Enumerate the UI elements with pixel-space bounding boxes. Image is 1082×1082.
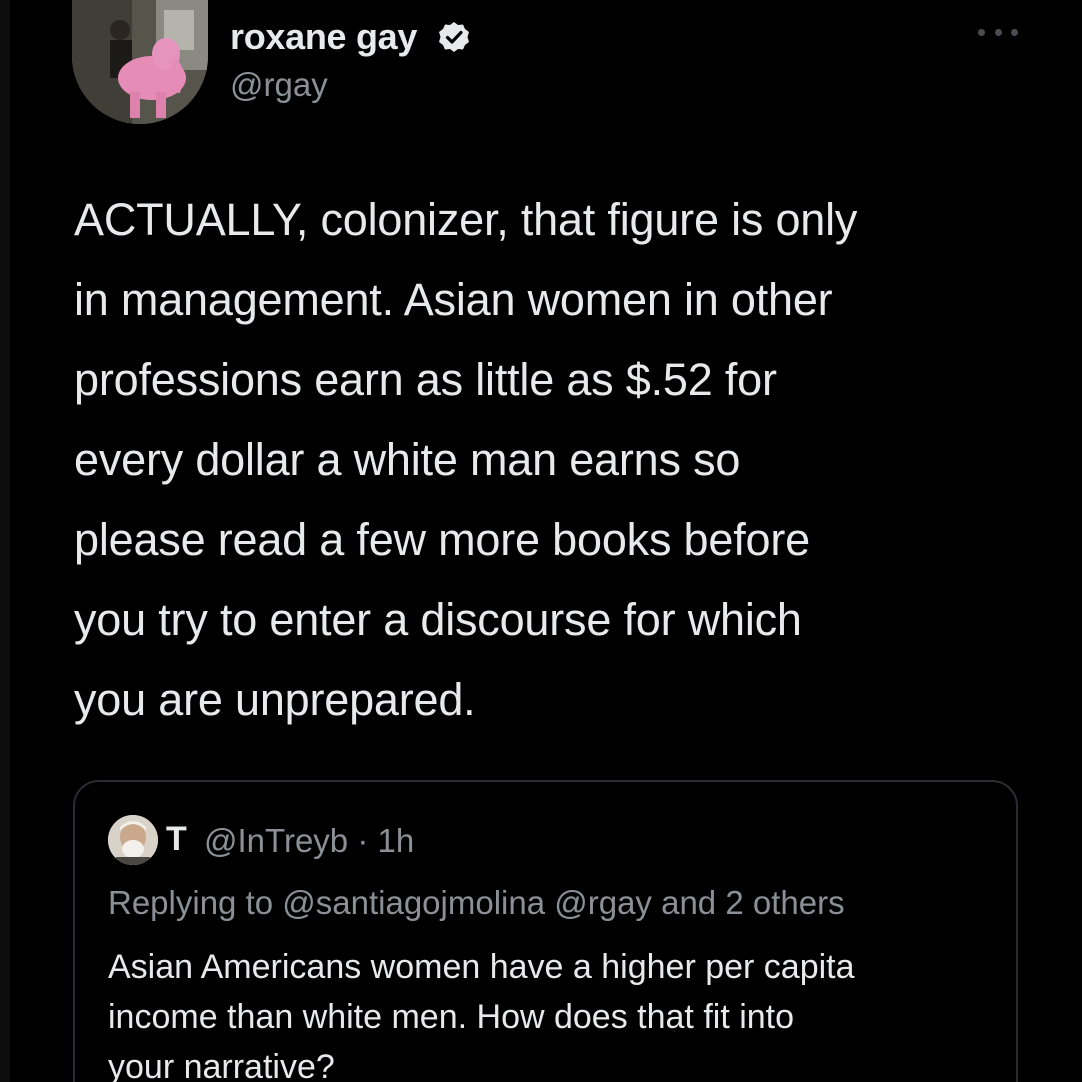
tweet-text-line: you are unprepared.: [74, 674, 476, 725]
more-dot: [994, 28, 1002, 36]
author-name[interactable]: roxane gay: [230, 16, 417, 58]
tweet-text-line: ACTUALLY, colonizer, that figure is only: [74, 194, 858, 245]
verified-badge-icon: [439, 22, 469, 52]
replying-to-text[interactable]: Replying to @santiagojmolina @rgay and 2…: [108, 884, 845, 922]
more-options-icon[interactable]: [978, 22, 1018, 42]
author-avatar[interactable]: [72, 0, 208, 124]
quoted-tweet-text: Asian Americans women have a higher per …: [108, 942, 1008, 1082]
left-edge: [0, 0, 10, 1082]
author-handle[interactable]: @rgay: [230, 66, 328, 104]
more-dot: [978, 28, 985, 36]
quoted-author-avatar[interactable]: [108, 815, 158, 865]
tweet-text-line: you try to enter a discourse for which: [74, 594, 802, 645]
tweet-text-line: in management. Asian women in other: [74, 274, 833, 325]
quoted-text-line: Asian Americans women have a higher per …: [108, 948, 855, 986]
tweet-screenshot: roxane gay @rgay ACTUALLY, colonizer, th…: [0, 0, 1082, 1082]
avatar-photo: [72, 0, 208, 124]
quoted-text-line: your narrative?: [108, 1048, 335, 1082]
tweet-text: ACTUALLY, colonizer, that figure is only…: [74, 180, 1034, 740]
quoted-text-line: income than white men. How does that fit…: [108, 998, 795, 1036]
tweet-text-line: every dollar a white man earns so: [74, 434, 741, 485]
more-dot: [1011, 28, 1018, 36]
quoted-author-name[interactable]: T: [166, 820, 187, 859]
tweet-text-line: professions earn as little as $.52 for: [74, 354, 777, 405]
tweet-text-line: please read a few more books before: [74, 514, 810, 565]
quoted-author-handle-time[interactable]: @InTreyb · 1h: [204, 822, 414, 860]
quoted-avatar-photo: [108, 815, 158, 865]
